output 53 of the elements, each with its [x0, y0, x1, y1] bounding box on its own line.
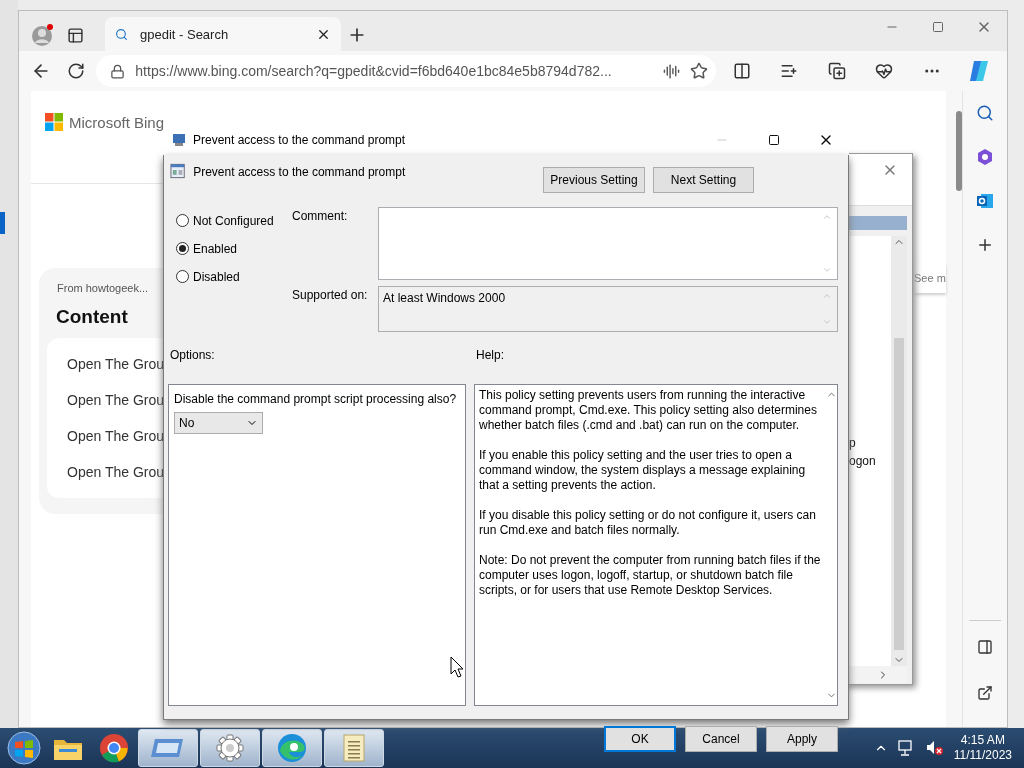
- radio-button[interactable]: [176, 214, 189, 227]
- browser-tab[interactable]: gpedit - Search: [105, 17, 341, 51]
- policy-icon: [170, 163, 186, 179]
- help-paragraph: If you disable this policy setting or do not configure it, users can run Cmd.exe and batch files normally.: [479, 508, 817, 538]
- dialog-button[interactable]: OK: [604, 726, 676, 752]
- see-more-card[interactable]: See m: [914, 263, 946, 293]
- field-label: Supported on:: [292, 287, 369, 304]
- section-label: Help:: [476, 348, 504, 362]
- notepad-icon: [341, 733, 367, 763]
- radio-option[interactable]: Disabled: [176, 268, 292, 285]
- chrome-icon: [99, 733, 129, 763]
- card-heading: Content: [56, 306, 128, 328]
- edge-icon: [277, 733, 307, 763]
- radio-option[interactable]: Enabled: [176, 240, 292, 257]
- option-label: Disable the command prompt script processing also?: [174, 392, 458, 406]
- maximize-icon[interactable]: [768, 134, 780, 146]
- help-paragraph: If you enable this policy setting and the user tries to open a command window, the system displays a message explaining that a setting prevents the action.: [479, 448, 807, 493]
- nav-button[interactable]: Previous Setting: [543, 167, 646, 193]
- radio-label: Enabled: [193, 241, 238, 256]
- scrollbar-thumb[interactable]: [894, 338, 904, 650]
- help-paragraph: Note: Do not prevent the computer from running batch files if the computer uses logon, logoff, startup, or shutdown batch file scripts, or for users that use Remote Desktop Services.: [479, 553, 821, 598]
- search-icon: [115, 27, 128, 41]
- radio-label: Not Configured: [193, 213, 274, 228]
- microsoft-logo-icon: [45, 113, 63, 131]
- window-title: Prevent access to the command prompt: [193, 133, 407, 147]
- selection-bar: [0, 212, 5, 234]
- help-paragraph: This policy setting prevents users from running the interactive command prompt, Cmd.exe. This policy setting also determines whether batch files (.cmd and .bat) can run on the computer.: [479, 388, 818, 433]
- radio-button[interactable]: [176, 270, 189, 283]
- section-label: Options:: [170, 348, 216, 362]
- radio-button[interactable]: [176, 242, 189, 255]
- list-text: ogon: [849, 454, 877, 470]
- logo-text: Microsoft Bing: [69, 113, 165, 131]
- dialog-button[interactable]: Cancel: [685, 726, 757, 752]
- source-text: From howtogeek...: [57, 282, 149, 294]
- muted-speaker-icon[interactable]: [925, 740, 944, 756]
- read-aloud-icon[interactable]: [662, 62, 680, 80]
- field-label: Comment:: [292, 208, 349, 225]
- lock-icon: [110, 63, 126, 79]
- dialog-button[interactable]: Apply: [766, 726, 838, 752]
- supported-field: At least Windows 2000: [378, 286, 838, 332]
- computer-icon: [171, 132, 187, 148]
- setting-name: Prevent access to the command prompt: [193, 165, 407, 179]
- gear-icon: [216, 734, 244, 762]
- address-bar[interactable]: https://www.bing.com/search?q=gpedit&cvid=f6bd640e1bc84e5b8794d782...: [96, 55, 716, 87]
- start-button[interactable]: [4, 730, 44, 766]
- list-text: p: [849, 436, 857, 452]
- nav-button[interactable]: Next Setting: [653, 167, 755, 193]
- option-dropdown[interactable]: No: [174, 412, 263, 434]
- clock[interactable]: 4:15 AM 11/11/2023: [953, 733, 1012, 763]
- radio-option[interactable]: Not Configured: [176, 212, 292, 229]
- radio-label: Disabled: [193, 269, 240, 284]
- star-icon[interactable]: [689, 62, 708, 80]
- scrollbar-thumb[interactable]: [956, 111, 962, 191]
